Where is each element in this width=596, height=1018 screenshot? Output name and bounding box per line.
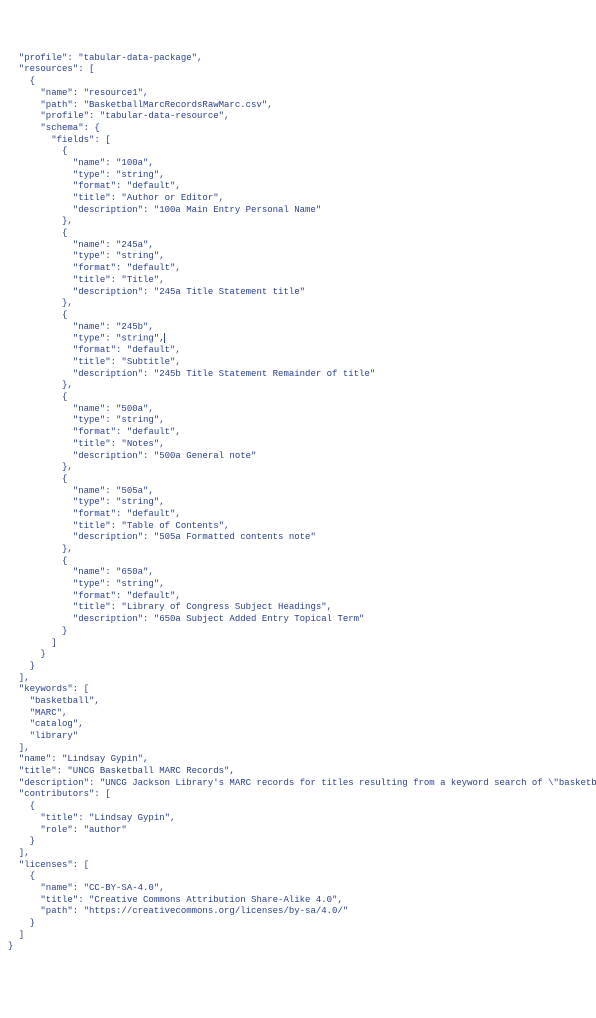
text-cursor-icon xyxy=(164,333,165,343)
json-code-block[interactable]: "profile": "tabular-data-package", "reso… xyxy=(8,53,588,953)
